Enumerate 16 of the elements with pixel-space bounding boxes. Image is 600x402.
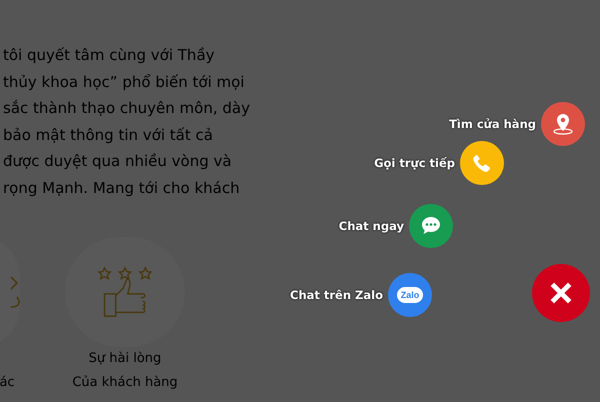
contact-option-label[interactable]: Chat ngay — [338, 219, 404, 233]
thumbs-up-stars-icon — [97, 266, 153, 318]
map-pin-icon — [551, 112, 575, 136]
contact-option-label[interactable]: Tìm cửa hàng — [449, 117, 536, 131]
paragraph-text: tôi quyết tâm cùng với Thầy thủy khoa học” phổ biến tới mọi sắc thành thạo chuyên môn, dày bảo mật thông tin với tất cả được duyệt qua nhiều vòng và rọng Mạnh. Mang tới cho khách — [2, 45, 251, 198]
feature-caption: ác — [0, 374, 15, 392]
feature-caption: Sự hài lòng — [88, 350, 162, 368]
contact-option-button[interactable] — [460, 141, 504, 185]
contact-option-button[interactable]: Zalo — [388, 273, 432, 317]
close-icon — [548, 280, 574, 306]
contact-option-button[interactable] — [409, 204, 453, 248]
contact-option-label[interactable]: Chat trên Zalo — [290, 288, 383, 302]
zalo-logo: Zalo — [396, 287, 424, 303]
feature-caption: Của khách hàng — [72, 374, 178, 392]
contact-option-label[interactable]: Gọi trực tiếp — [374, 156, 455, 170]
contact-option-button[interactable] — [541, 102, 585, 146]
